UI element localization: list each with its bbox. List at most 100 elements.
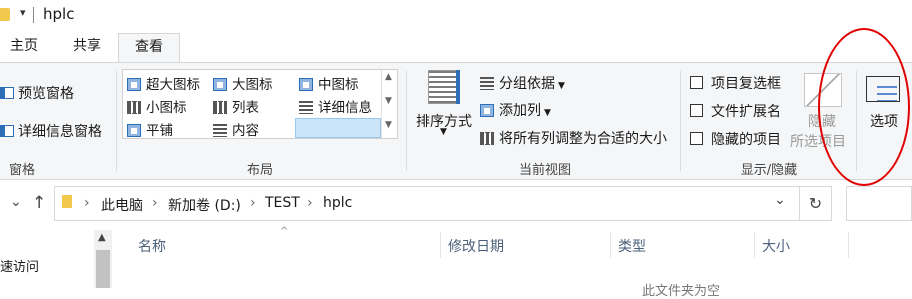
column-divider[interactable] bbox=[440, 232, 441, 258]
group-divider bbox=[680, 71, 681, 171]
preview-pane-label: 预览窗格 bbox=[18, 86, 74, 102]
item-checkboxes-checkbox[interactable] bbox=[690, 76, 703, 89]
nav-scroll-thumb[interactable] bbox=[96, 250, 110, 288]
search-input[interactable] bbox=[846, 186, 912, 221]
item-checkboxes-label: 项目复选框 bbox=[711, 76, 781, 92]
add-columns-label: 添加列 bbox=[499, 103, 541, 119]
large-icons-icon bbox=[213, 78, 227, 91]
tiles-icon bbox=[127, 124, 141, 137]
title-separator bbox=[33, 7, 34, 23]
nav-quick-access[interactable]: 速访问 bbox=[0, 256, 39, 275]
breadcrumb-separator-icon[interactable]: › bbox=[152, 195, 158, 211]
details-pane-icon bbox=[0, 125, 14, 137]
layout-selected-highlight bbox=[295, 118, 381, 138]
folder-icon bbox=[62, 195, 72, 208]
gallery-scroll: ▲ ▼ ▼ bbox=[381, 70, 398, 138]
breadcrumb-drive[interactable]: 新加卷 (D:) bbox=[168, 195, 241, 215]
address-dropdown-icon[interactable]: ⌄ bbox=[774, 192, 786, 208]
quick-access-toolbar-dropdown[interactable]: ▾ bbox=[20, 6, 26, 19]
breadcrumb-separator-icon[interactable]: › bbox=[84, 195, 90, 211]
file-extensions-checkbox[interactable] bbox=[690, 104, 703, 117]
title-bar bbox=[0, 0, 912, 30]
tab-share[interactable]: 共享 bbox=[60, 33, 114, 62]
hidden-items-label: 隐藏的项目 bbox=[711, 132, 781, 148]
group-divider bbox=[406, 71, 407, 171]
column-header-date-modified[interactable]: 修改日期 bbox=[448, 236, 504, 256]
preview-pane-icon bbox=[0, 87, 14, 99]
hidden-items-checkbox[interactable] bbox=[690, 132, 703, 145]
window-title: hplc bbox=[43, 5, 75, 23]
refresh-button[interactable]: ↻ bbox=[800, 186, 832, 221]
annotation-circle bbox=[818, 28, 910, 186]
size-columns-icon bbox=[480, 132, 494, 145]
file-extensions-label: 文件扩展名 bbox=[711, 104, 781, 120]
current-view-group-label: 当前视图 bbox=[518, 163, 571, 178]
layout-item-label: 小图标 bbox=[146, 100, 187, 116]
group-divider bbox=[116, 71, 117, 171]
column-divider[interactable] bbox=[610, 232, 611, 258]
layout-medium-icons[interactable]: 中图标 bbox=[299, 73, 359, 93]
nav-scroll-up-icon[interactable]: ▲ bbox=[98, 232, 106, 243]
add-columns-chevron-icon: ▼ bbox=[544, 108, 551, 118]
list-icon bbox=[213, 101, 227, 114]
breadcrumb-hplc[interactable]: hplc bbox=[323, 195, 352, 211]
recent-locations-chevron-icon[interactable]: ⌄ bbox=[10, 194, 22, 210]
extra-large-icons-icon bbox=[127, 78, 141, 91]
content-icon bbox=[213, 124, 227, 137]
layout-tiles[interactable]: 平铺 bbox=[127, 119, 173, 139]
item-checkboxes-toggle[interactable]: 项目复选框 bbox=[690, 73, 781, 93]
column-header-size[interactable]: 大小 bbox=[762, 236, 790, 256]
layout-item-label: 大图标 bbox=[232, 77, 273, 93]
layout-item-label: 中图标 bbox=[318, 77, 359, 93]
hidden-items-toggle[interactable]: 隐藏的项目 bbox=[690, 129, 781, 149]
file-extensions-toggle[interactable]: 文件扩展名 bbox=[690, 101, 781, 121]
size-all-columns-button[interactable]: 将所有列调整为合适的大小 bbox=[480, 128, 667, 148]
preview-pane-button[interactable]: 预览窗格 bbox=[0, 83, 74, 103]
layout-list[interactable]: 列表 bbox=[213, 96, 259, 116]
gallery-scroll-down-icon[interactable]: ▼ bbox=[385, 96, 392, 106]
add-columns-icon bbox=[480, 104, 494, 117]
column-divider[interactable] bbox=[848, 232, 849, 258]
group-by-icon bbox=[480, 77, 494, 90]
sort-by-chevron-icon: ▼ bbox=[440, 127, 447, 137]
up-arrow-icon[interactable]: ↑ bbox=[32, 193, 46, 213]
gallery-scroll-up-icon[interactable]: ▲ bbox=[385, 72, 392, 82]
sort-indicator-icon: ^ bbox=[280, 226, 289, 237]
layout-item-label: 平铺 bbox=[146, 123, 173, 139]
add-columns-button[interactable]: 添加列 ▼ bbox=[480, 100, 551, 120]
layout-item-label: 超大图标 bbox=[146, 77, 200, 93]
group-by-chevron-icon: ▼ bbox=[558, 81, 565, 91]
empty-folder-message: 此文件夹为空 bbox=[642, 284, 721, 299]
details-pane-label: 详细信息窗格 bbox=[18, 124, 102, 140]
tab-home[interactable]: 主页 bbox=[0, 33, 48, 62]
breadcrumb-this-pc[interactable]: 此电脑 bbox=[101, 195, 143, 215]
details-pane-button[interactable]: 详细信息窗格 bbox=[0, 121, 102, 141]
breadcrumb-test[interactable]: TEST bbox=[265, 195, 300, 211]
address-bar[interactable] bbox=[54, 186, 800, 221]
small-icons-icon bbox=[127, 101, 141, 114]
gallery-more-icon[interactable]: ▼ bbox=[385, 120, 392, 130]
sort-arrow-icon bbox=[456, 70, 460, 104]
layout-item-label: 列表 bbox=[232, 100, 259, 116]
size-all-columns-label: 将所有列调整为合适的大小 bbox=[499, 131, 667, 147]
tab-view[interactable]: 查看 bbox=[118, 33, 180, 63]
breadcrumb-separator-icon[interactable]: › bbox=[307, 195, 313, 211]
panes-group-label: 窗格 bbox=[8, 163, 35, 178]
column-divider[interactable] bbox=[754, 232, 755, 258]
layout-extra-large-icons[interactable]: 超大图标 bbox=[127, 73, 200, 93]
ribbon-tabs: 主页 共享 查看 bbox=[0, 33, 912, 63]
group-by-label: 分组依据 bbox=[499, 76, 555, 92]
layout-item-label: 详细信息 bbox=[318, 100, 372, 116]
layout-small-icons[interactable]: 小图标 bbox=[127, 96, 187, 116]
layout-item-label: 内容 bbox=[232, 123, 259, 139]
breadcrumb-separator-icon[interactable]: › bbox=[250, 195, 256, 211]
column-header-type[interactable]: 类型 bbox=[618, 236, 646, 256]
layout-gallery: 超大图标 大图标 中图标 小图标 列表 详细信息 平铺 内容 ▲ ▼ ▼ bbox=[122, 69, 398, 139]
layout-details[interactable]: 详细信息 bbox=[299, 96, 372, 116]
group-by-button[interactable]: 分组依据 ▼ bbox=[480, 73, 565, 93]
sort-by-icon bbox=[428, 70, 458, 104]
layout-content[interactable]: 内容 bbox=[213, 119, 259, 139]
medium-icons-icon bbox=[299, 78, 313, 91]
layout-large-icons[interactable]: 大图标 bbox=[213, 73, 273, 93]
column-header-name[interactable]: 名称 bbox=[138, 236, 166, 256]
